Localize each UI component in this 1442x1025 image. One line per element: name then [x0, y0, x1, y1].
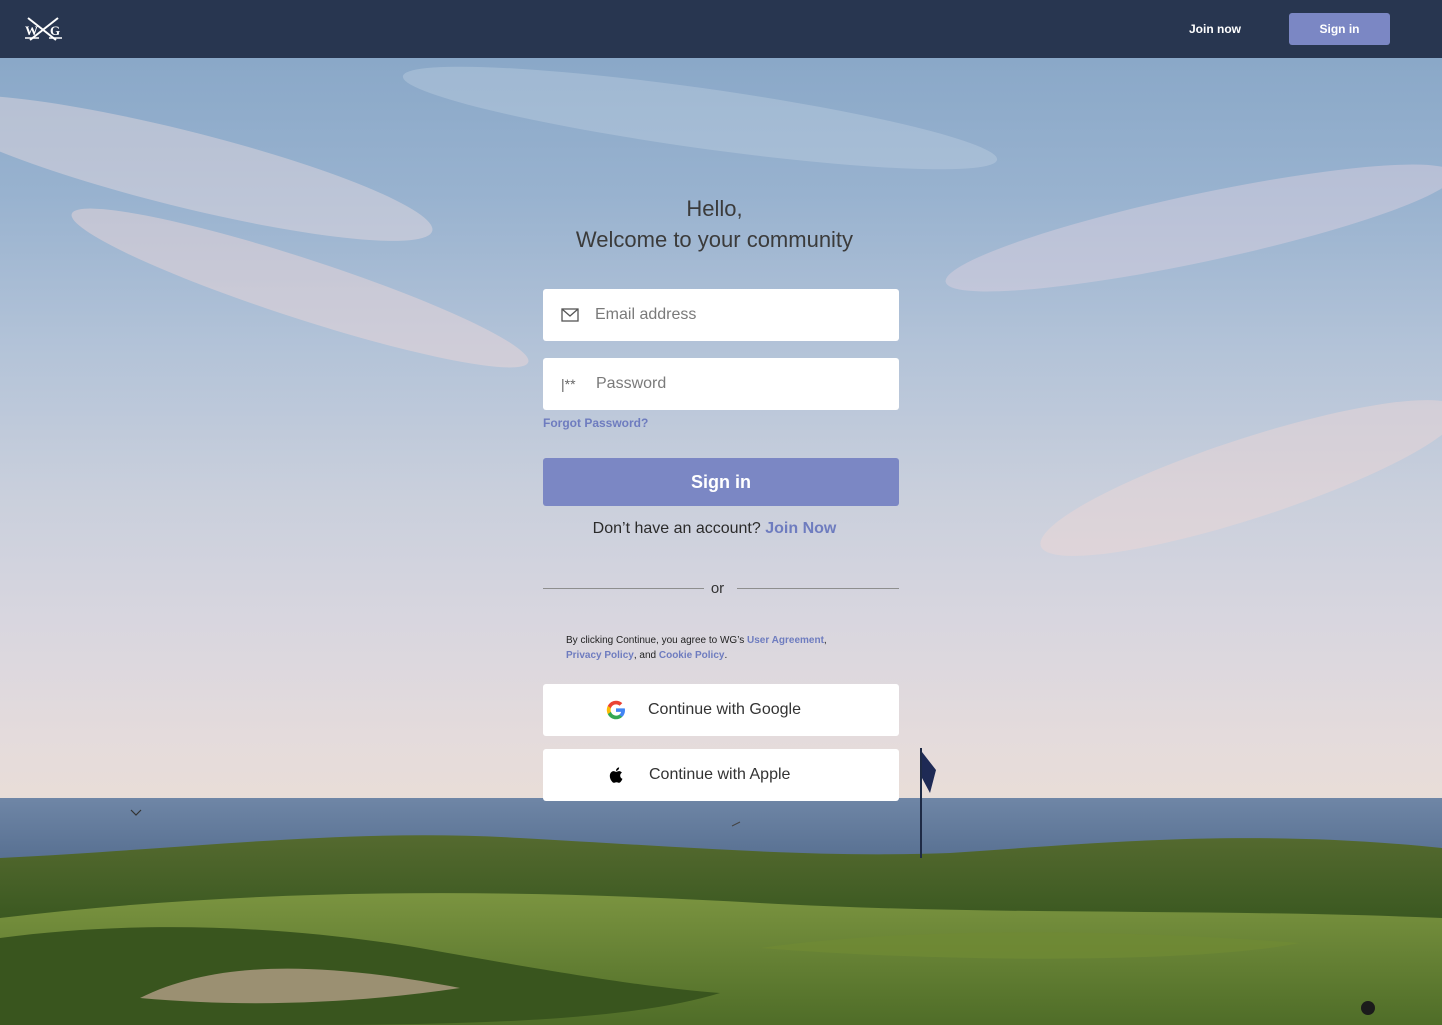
welcome-heading: Hello, Welcome to your community	[543, 193, 886, 255]
user-agreement-link[interactable]: User Agreement	[747, 635, 824, 646]
forgot-password-link[interactable]: Forgot Password?	[543, 416, 648, 430]
greeting-line-1: Hello,	[686, 196, 743, 221]
svg-text:G: G	[50, 23, 60, 38]
password-icon: |**	[561, 376, 576, 392]
no-account-text: Don’t have an account?	[592, 520, 761, 537]
terms-end: .	[724, 650, 728, 661]
mail-icon	[561, 289, 579, 341]
join-now-link[interactable]: Join now	[1178, 18, 1252, 40]
google-icon	[606, 700, 625, 720]
terms-sep-2: , and	[633, 650, 659, 661]
sign-in-button[interactable]: Sign in	[543, 458, 899, 506]
terms-prefix: By clicking Continue, you agree to WG’s	[566, 635, 748, 646]
cookie-policy-link[interactable]: Cookie Policy	[659, 650, 725, 661]
apple-icon	[609, 767, 623, 783]
no-account-row: Don’t have an account? Join Now	[543, 520, 886, 538]
greeting-line-2: Welcome to your community	[575, 227, 854, 252]
top-navbar: W G Join now Sign in	[0, 0, 1442, 58]
wg-logo-icon[interactable]: W G	[22, 14, 64, 44]
header-sign-in-button[interactable]: Sign in	[1289, 13, 1390, 45]
email-input[interactable]	[595, 289, 885, 341]
divider-or-text: or	[710, 580, 725, 597]
google-label: Continue with Google	[648, 701, 801, 718]
continue-with-apple-button[interactable]: Continue with Apple	[543, 749, 899, 801]
apple-label: Continue with Apple	[649, 766, 791, 783]
divider-left	[543, 588, 704, 589]
terms-sep-1: ,	[823, 635, 827, 646]
continue-with-google-button[interactable]: Continue with Google	[543, 684, 899, 736]
password-input[interactable]	[596, 358, 886, 410]
terms-notice: By clicking Continue, you agree to WG’s …	[566, 633, 866, 663]
privacy-policy-link[interactable]: Privacy Policy	[566, 650, 634, 661]
password-field[interactable]: |**	[543, 358, 899, 410]
join-now-link-form[interactable]: Join Now	[765, 520, 836, 537]
svg-text:W: W	[25, 23, 38, 38]
divider-right	[737, 588, 899, 589]
email-field[interactable]	[543, 289, 899, 341]
